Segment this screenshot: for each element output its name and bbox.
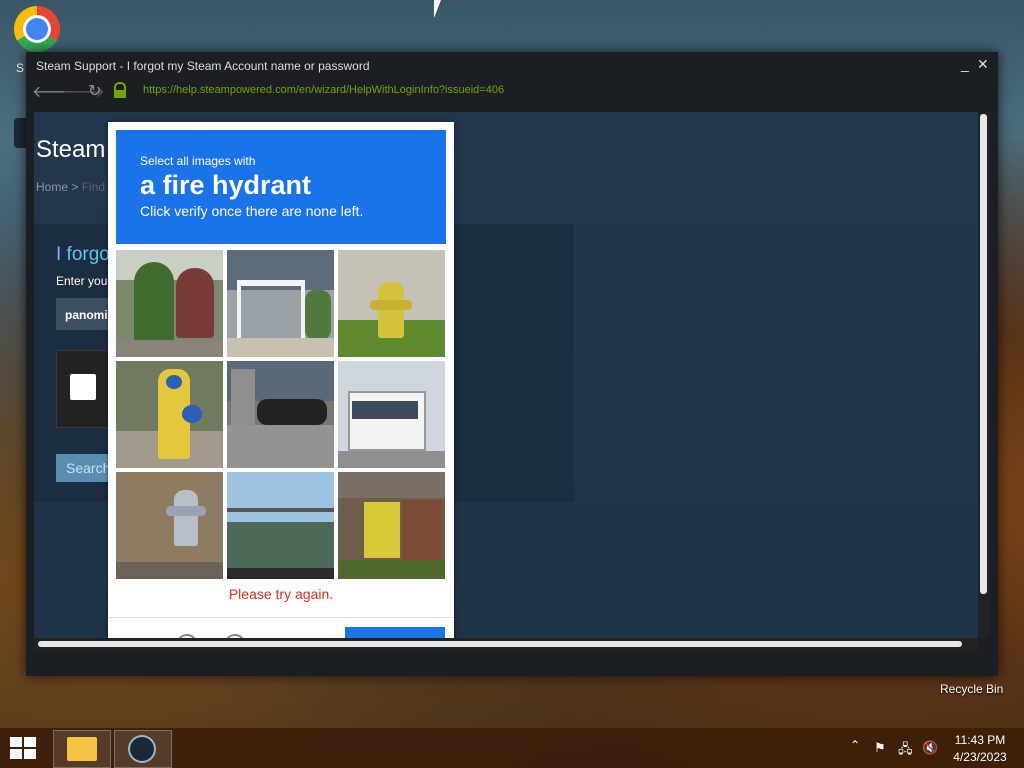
captcha-error-message: Please try again. — [228, 586, 334, 602]
vertical-scroll-thumb[interactable] — [980, 114, 987, 594]
taskbar: ⌃ ⚑ 🖧 🔇 11:43 PM 4/23/2023 — [0, 728, 1024, 768]
account-name-value: panomi — [65, 308, 108, 322]
captcha-tile-garden-plants[interactable] — [116, 250, 223, 357]
start-button[interactable] — [10, 737, 38, 759]
page-heading: I forgo — [56, 244, 110, 265]
breadcrumb-separator: > — [68, 180, 82, 194]
recycle-bin-label[interactable]: Recycle Bin — [940, 682, 1003, 696]
chrome-desktop-label: S — [16, 61, 25, 75]
captcha-target: a fire hydrant — [140, 170, 312, 200]
lock-icon — [114, 82, 126, 98]
horizontal-scrollbar[interactable] — [34, 638, 978, 650]
account-prompt: Enter you — [56, 274, 108, 288]
captcha-divider — [108, 617, 454, 618]
page-viewport: Steam Home > Find I forgo Enter you pano… — [34, 112, 978, 638]
mouse-cursor — [434, 0, 448, 18]
address-url[interactable]: https://help.steampowered.com/en/wizard/… — [143, 84, 504, 96]
taskbar-clock[interactable]: 11:43 PM 4/23/2023 — [940, 732, 1020, 766]
verify-button[interactable] — [345, 627, 445, 638]
captcha-tile-construction-scaffold[interactable] — [227, 472, 334, 579]
search-button-label: Search — [66, 460, 111, 476]
breadcrumb-home[interactable]: Home — [36, 180, 68, 194]
network-icon[interactable]: 🖧 — [898, 740, 913, 762]
captcha-instruction: Select all images with — [140, 154, 256, 168]
action-center-flag-icon[interactable]: ⚑ — [874, 740, 886, 756]
reload-icon[interactable]: ↻ — [88, 81, 101, 101]
steam-brand[interactable]: Steam — [36, 136, 105, 164]
captcha-tile-yellow-blue-fire-hydrant[interactable] — [116, 361, 223, 468]
recaptcha-checkbox[interactable] — [70, 374, 96, 400]
vertical-scrollbar[interactable] — [978, 112, 990, 638]
window-titlebar[interactable]: Steam Support - I forgot my Steam Accoun… — [26, 52, 998, 78]
clock-date: 4/23/2023 — [953, 750, 1007, 764]
windows-logo-icon — [10, 737, 22, 747]
folder-icon — [67, 737, 97, 761]
captcha-challenge: Select all images with a fire hydrant Cl… — [108, 122, 454, 638]
horizontal-scroll-thumb[interactable] — [38, 641, 962, 647]
steam-logo-icon — [128, 735, 156, 763]
close-button[interactable]: ✕ — [977, 56, 989, 73]
captcha-tile-gray-fire-hydrant[interactable] — [116, 472, 223, 579]
chrome-desktop-icon[interactable]: S — [14, 6, 64, 75]
captcha-tile-porch-railing[interactable] — [227, 250, 334, 357]
captcha-verify-hint: Click verify once there are none left. — [140, 203, 364, 219]
minimize-button[interactable]: _ — [961, 56, 969, 72]
captcha-header: Select all images with a fire hydrant Cl… — [116, 130, 446, 244]
captcha-tile-yellow-shed[interactable] — [338, 472, 445, 579]
captcha-tile-yellow-fire-hydrant[interactable] — [338, 250, 445, 357]
captcha-tile-parked-motorcycles[interactable] — [227, 361, 334, 468]
breadcrumb-current[interactable]: Find — [82, 180, 105, 194]
breadcrumb: Home > Find — [36, 180, 105, 194]
window-title: Steam Support - I forgot my Steam Accoun… — [36, 59, 370, 73]
volume-muted-icon[interactable]: 🔇 — [922, 740, 938, 756]
tray-overflow-chevron[interactable]: ⌃ — [850, 738, 860, 752]
taskbar-steam[interactable] — [114, 730, 172, 768]
captcha-tile-white-bus[interactable] — [338, 361, 445, 468]
chrome-icon — [14, 6, 60, 52]
clock-time: 11:43 PM — [954, 733, 1006, 747]
steam-browser-window: Steam Support - I forgot my Steam Accoun… — [26, 52, 998, 676]
navigation-bar: 🡐 🡒 ↻ https://help.steampowered.com/en/w… — [26, 78, 998, 104]
taskbar-file-explorer[interactable] — [53, 730, 111, 768]
